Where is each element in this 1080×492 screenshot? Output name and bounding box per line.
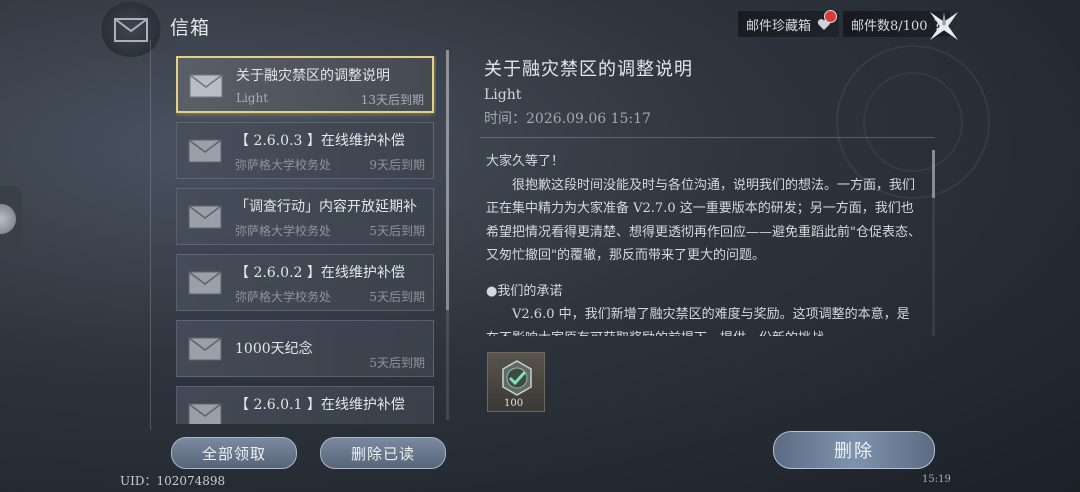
mail-list-scroll-thumb[interactable] [446, 50, 449, 310]
mail-sender: Light [236, 91, 269, 105]
mail-subject: 「调查行动」内容开放延期补 [235, 199, 417, 215]
heart-icon [817, 9, 838, 31]
mail-expiry: 5天后到期 [369, 290, 425, 304]
envelope-icon [188, 139, 222, 163]
mail-detail-body[interactable]: 大家久等了！ 很抱歉这段时间没能及时与各位沟通，说明我们的想法。一方面，我们正在… [486, 150, 922, 336]
mail-collection-label: 邮件珍藏箱 [746, 18, 812, 34]
mail-item[interactable]: 1000天纪念 5天后到期 [176, 320, 434, 377]
checkmark-badge-icon [502, 360, 532, 396]
mail-subject: 【 2.6.0.3 】在线维护补偿 [235, 133, 405, 149]
mail-item[interactable]: 关于融灾禁区的调整说明 Light 13天后到期 [176, 56, 434, 113]
side-drawer-knob[interactable] [0, 204, 16, 234]
divider [480, 137, 935, 138]
mail-detail-time: 时间：2026.09.06 15:17 [484, 111, 651, 127]
mail-section-heading: ●我们的承诺 [486, 283, 563, 299]
reward-item[interactable]: 100 [487, 352, 545, 412]
mail-subject: 关于融灾禁区的调整说明 [236, 68, 390, 84]
mail-count-label: 邮件数8/100 [851, 18, 928, 34]
mail-sender: 弥萨格大学校务处 [235, 224, 332, 238]
mail-expiry: 9天后到期 [369, 158, 425, 172]
envelope-icon [188, 337, 222, 361]
compass-close-icon[interactable] [920, 2, 968, 50]
reward-count: 100 [504, 398, 524, 409]
mail-list-scrollbar[interactable] [446, 50, 449, 420]
side-drawer-handle[interactable] [0, 186, 22, 256]
mail-collection-button[interactable]: 邮件珍藏箱 [738, 9, 840, 37]
envelope-icon [188, 403, 222, 424]
top-right-bar: 邮件珍藏箱 邮件数8/100 ? [738, 9, 950, 37]
envelope-icon [188, 205, 222, 229]
mail-greeting: 大家久等了！ [486, 154, 565, 169]
mail-item[interactable]: 【 2.6.0.3 】在线维护补偿 弥萨格大学校务处 9天后到期 [176, 122, 434, 179]
mail-body-scrollbar[interactable] [932, 150, 935, 336]
mail-item[interactable]: 【 2.6.0.2 】在线维护补偿 弥萨格大学校务处 5天后到期 [176, 254, 434, 311]
mail-item[interactable]: 「调查行动」内容开放延期补 弥萨格大学校务处 5天后到期 [176, 188, 434, 245]
mail-paragraph: V2.6.0 中，我们新增了融灾禁区的难度与奖励。这项调整的本意，是在不影响大家… [486, 307, 910, 336]
mail-subject: 【 2.6.0.2 】在线维护补偿 [235, 265, 405, 281]
uid-label: UID：102074898 [120, 474, 226, 488]
mail-expiry: 13天后到期 [360, 93, 424, 107]
envelope-icon [189, 74, 223, 98]
mail-paragraph: 很抱歉这段时间没能及时与各位沟通，说明我们的想法。一方面，我们正在集中精力为大家… [486, 177, 921, 264]
delete-button[interactable]: 删除 [773, 431, 935, 469]
page-title: 信箱 [170, 17, 211, 39]
mail-list: 关于融灾禁区的调整说明 Light 13天后到期 【 2.6.0.3 】在线维护… [176, 56, 436, 424]
mail-item[interactable]: 【 2.6.0.1 】在线维护补偿 [176, 386, 434, 424]
clock-label: 15:19 [922, 474, 951, 485]
claim-all-button[interactable]: 全部领取 [171, 437, 297, 469]
mail-body-scroll-thumb[interactable] [932, 150, 935, 198]
mail-detail-sender: Light [484, 87, 522, 103]
mail-detail-title: 关于融灾禁区的调整说明 [484, 59, 693, 80]
envelope-icon [188, 271, 222, 295]
mail-sender: 弥萨格大学校务处 [235, 158, 332, 172]
mail-sender: 弥萨格大学校务处 [235, 290, 332, 304]
notification-dot [824, 9, 838, 23]
delete-read-button[interactable]: 删除已读 [320, 437, 446, 469]
mail-subject: 【 2.6.0.1 】在线维护补偿 [235, 397, 405, 413]
mail-expiry: 5天后到期 [369, 224, 425, 238]
mail-expiry: 5天后到期 [369, 356, 425, 370]
